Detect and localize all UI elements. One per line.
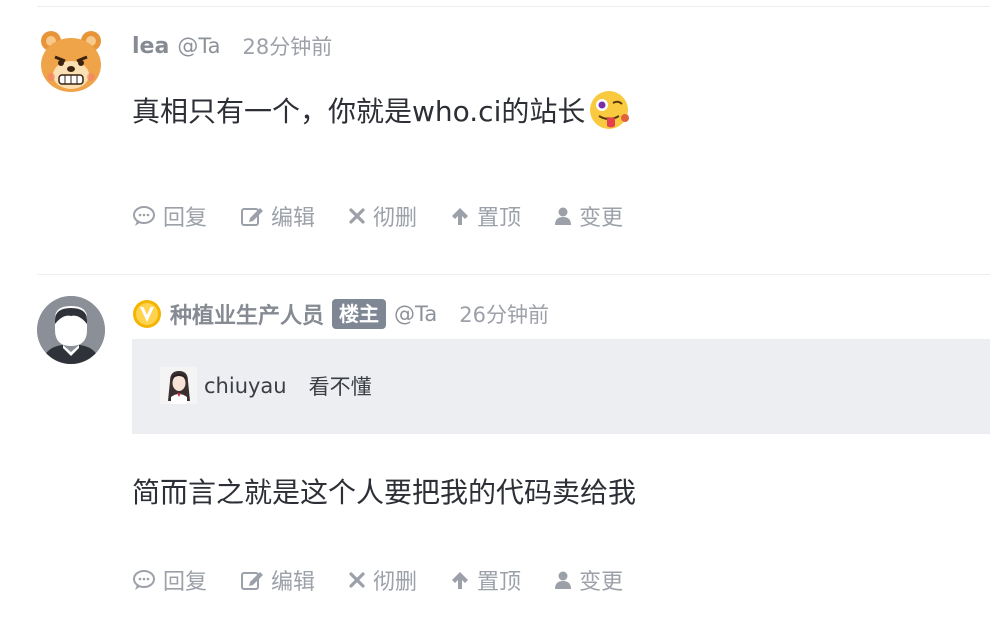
quote-text: 看不懂 [308,374,372,399]
edit-label: 编辑 [271,206,316,231]
edit-button[interactable]: 编辑 [240,200,315,232]
author-name[interactable]: 种植业生产人员 [170,298,324,330]
comment-body: 简而言之就是这个人要把我的代码卖给我 [132,471,636,511]
mention-handle[interactable]: @Ta [394,302,437,326]
comment-text: 简而言之就是这个人要把我的代码卖给我 [132,476,637,509]
quote-content: chiuyau 看不懂 [160,367,372,404]
reply-label: 回复 [163,206,208,231]
reply-label: 回复 [163,570,208,595]
delete-label: 彻删 [373,206,418,231]
comment-item: lea @Ta 28分钟前 真相只有一个，你就是who.ci的站长 回复 编辑 … [0,0,990,275]
user-icon [555,207,572,225]
comment-actions: 回复 编辑 彻删 置顶 变更 [132,201,656,231]
pin-button[interactable]: 置顶 [450,200,521,232]
quote-user-avatar [160,367,197,404]
comment-icon [133,206,155,226]
edit-label: 编辑 [271,570,316,595]
close-icon [349,572,365,588]
delete-label: 彻删 [373,570,418,595]
change-label: 变更 [579,570,624,595]
author-name[interactable]: lea [132,34,169,59]
change-button[interactable]: 变更 [554,564,623,596]
reply-button[interactable]: 回复 [132,200,207,232]
edit-icon [241,208,264,226]
delete-button[interactable]: 彻删 [348,564,417,596]
timestamp: 28分钟前 [242,35,333,59]
edit-icon [241,572,264,590]
comment-icon [133,570,155,590]
comment-actions: 回复 编辑 彻删 置顶 变更 [132,565,656,595]
quoted-comment[interactable]: chiuyau 看不懂 [132,339,990,434]
comment-body: 真相只有一个，你就是who.ci的站长 [132,88,631,132]
owner-badge: 楼主 [332,299,387,329]
pin-button[interactable]: 置顶 [450,564,521,596]
comment-item: 种植业生产人员 楼主 @Ta 26分钟前 chiuyau 看不懂 简而言之就是这… [0,275,990,636]
comment-text: 真相只有一个，你就是who.ci的站长 [132,95,586,128]
verified-v-icon [133,300,161,328]
edit-button[interactable]: 编辑 [240,564,315,596]
comment-meta: 种植业生产人员 楼主 @Ta 26分钟前 [132,299,549,329]
change-button[interactable]: 变更 [554,200,623,232]
user-icon [555,571,572,589]
change-label: 变更 [579,206,624,231]
arrow-up-icon [452,208,469,225]
reply-button[interactable]: 回复 [132,564,207,596]
pin-label: 置顶 [477,206,522,231]
default-user-avatar-icon [37,296,105,364]
avatar-default[interactable] [37,296,105,364]
quote-username[interactable]: chiuyau [204,374,287,398]
avatar-bear[interactable] [37,27,105,95]
delete-button[interactable]: 彻删 [348,200,417,232]
comment-meta: lea @Ta 28分钟前 [132,31,332,61]
face-with-tongue-emoji-icon [590,91,630,129]
timestamp: 26分钟前 [459,303,549,327]
pin-label: 置顶 [477,570,522,595]
arrow-up-icon [452,572,469,589]
bear-avatar-icon [41,31,101,92]
close-icon [349,208,365,224]
mention-handle[interactable]: @Ta [177,34,220,58]
